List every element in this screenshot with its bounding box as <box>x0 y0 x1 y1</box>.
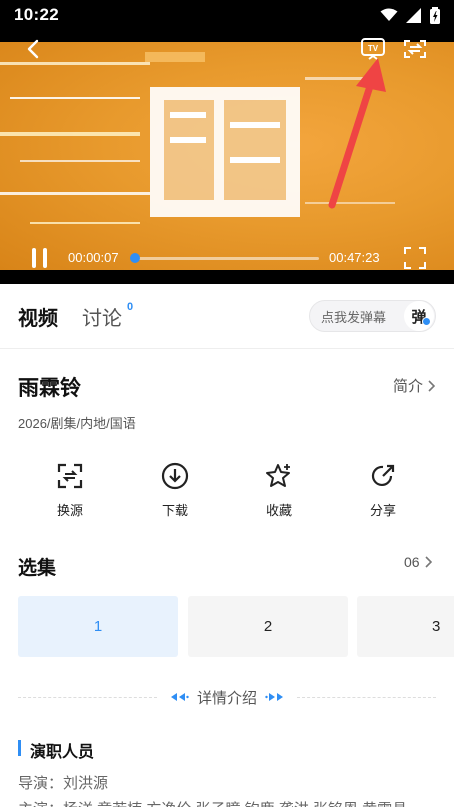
cast-tv-button[interactable]: TV <box>358 34 388 64</box>
screen-switch-button[interactable] <box>400 34 430 64</box>
back-arrow-icon <box>27 39 39 59</box>
signal-icon <box>406 7 421 23</box>
divider-line <box>18 696 157 698</box>
status-bar: 10:22 <box>0 0 454 30</box>
details-divider[interactable]: 详情介绍 <box>18 686 437 708</box>
episodes-more-link[interactable]: 06 <box>404 554 432 570</box>
episode-number: 2 <box>263 618 273 635</box>
switch-source-button[interactable]: 换源 <box>40 462 100 519</box>
pause-icon[interactable] <box>28 246 52 270</box>
tab-discuss[interactable]: 讨论 <box>82 302 122 331</box>
danmu-on-indicator <box>422 317 431 326</box>
action-row: 换源 下载 收藏 分享 <box>0 462 454 532</box>
danmu-input[interactable]: 点我发弹幕 弹 <box>309 300 436 332</box>
details-label: 详情介绍 <box>197 689 258 707</box>
episode-item[interactable]: 2 <box>188 596 348 657</box>
share-label: 分享 <box>369 503 396 518</box>
danmu-placeholder: 点我发弹幕 <box>321 309 387 325</box>
switch-source-icon <box>57 463 83 489</box>
episode-item[interactable]: 3 <box>357 596 454 657</box>
cast-title: 演职人员 <box>30 744 95 761</box>
progress-bar[interactable] <box>129 253 319 263</box>
video-frame[interactable] <box>0 42 454 270</box>
show-meta: 2026/剧集/内地/国语 <box>18 416 136 431</box>
player-controls: 00:00:07 00:47:23 <box>0 242 454 274</box>
tv-cast-icon: TV <box>361 38 385 60</box>
back-button[interactable] <box>18 34 48 64</box>
screen-rotate-icon <box>404 40 426 58</box>
star-icon <box>266 464 290 487</box>
intro-link[interactable]: 简介 <box>393 375 436 396</box>
episode-number: 3 <box>432 618 441 635</box>
director-line: 导演：刘洪源 <box>18 775 109 792</box>
wifi-icon <box>380 8 398 21</box>
current-time: 00:00:07 <box>68 250 119 265</box>
status-icons <box>380 6 440 24</box>
tab-video[interactable]: 视频 <box>18 302 58 331</box>
episode-number: 1 <box>93 618 103 635</box>
show-title: 雨霖铃 <box>18 377 81 400</box>
svg-text:TV: TV <box>368 44 379 53</box>
video-player[interactable]: TV 00:00:07 00:47:23 <box>0 30 454 284</box>
favorite-button[interactable]: 收藏 <box>249 462 309 519</box>
double-left-arrow-icon <box>171 693 189 701</box>
intro-label: 简介 <box>393 378 424 395</box>
chevron-right-icon <box>428 379 436 392</box>
details-center: 详情介绍 <box>157 687 297 708</box>
share-button[interactable]: 分享 <box>353 462 413 519</box>
status-time: 10:22 <box>14 5 59 24</box>
chevron-right-icon <box>425 556 432 568</box>
fullscreen-icon[interactable] <box>403 246 427 270</box>
favorite-label: 收藏 <box>265 503 292 518</box>
cast-accent-bar <box>18 740 21 756</box>
download-button[interactable]: 下载 <box>145 462 205 519</box>
video-logo-graphic <box>150 87 300 217</box>
progress-thumb[interactable] <box>129 253 140 263</box>
danmu-toggle-button[interactable]: 弹 <box>404 301 434 331</box>
download-label: 下载 <box>161 503 188 518</box>
episodes-count: 06 <box>404 554 420 570</box>
duration-time: 00:47:23 <box>329 250 380 265</box>
download-icon <box>161 462 189 490</box>
switch-source-label: 换源 <box>56 503 83 518</box>
battery-icon <box>430 6 440 24</box>
double-right-arrow-icon <box>265 693 284 701</box>
actors-line: 主演：杨洋 章若楠 方逸伦 张子瞳 钧鹿 龚洪 张铭恩 黄雯具 <box>18 798 407 807</box>
episodes-title: 选集 <box>18 558 57 579</box>
discuss-count-badge: 0 <box>127 301 134 313</box>
share-icon <box>371 464 395 487</box>
divider-line <box>297 696 437 698</box>
episode-item[interactable]: 1 <box>18 596 178 657</box>
tab-bar: 视频 讨论 0 点我发弹幕 弹 <box>0 284 454 349</box>
